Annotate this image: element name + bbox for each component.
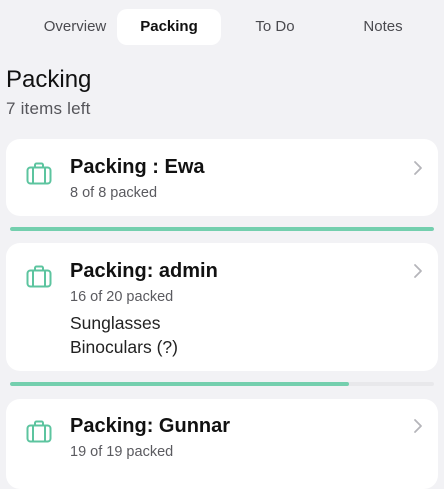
card-status: 16 of 20 packed bbox=[70, 289, 174, 305]
packing-card-gunnar[interactable]: Packing: Gunnar 19 of 19 packed bbox=[6, 399, 438, 489]
chevron-right-icon bbox=[414, 264, 422, 278]
progress-bar-admin bbox=[10, 382, 434, 386]
suitcase-icon bbox=[26, 265, 52, 288]
card-status: 19 of 19 packed bbox=[70, 444, 174, 460]
segmented-tab-bar: Overview Packing To Do Notes bbox=[0, 0, 444, 52]
tab-packing[interactable]: Packing bbox=[117, 9, 221, 45]
missing-item: Sunglasses bbox=[70, 313, 161, 333]
page-header: Packing 7 items left bbox=[6, 66, 91, 119]
card-title: Packing: Gunnar bbox=[70, 415, 231, 437]
chevron-right-icon bbox=[414, 161, 422, 175]
progress-bar-ewa bbox=[10, 227, 434, 231]
tab-notes[interactable]: Notes bbox=[318, 9, 444, 45]
packing-card-admin[interactable]: Packing: admin 16 of 20 packed Sunglasse… bbox=[6, 243, 438, 371]
suitcase-icon bbox=[26, 420, 52, 443]
suitcase-icon bbox=[26, 162, 52, 185]
progress-fill bbox=[10, 382, 350, 386]
page-title: Packing bbox=[6, 66, 92, 93]
missing-item: Binoculars (?) bbox=[70, 337, 178, 357]
chevron-right-icon bbox=[414, 419, 422, 433]
card-title: Packing : Ewa bbox=[70, 156, 205, 178]
card-status: 8 of 8 packed bbox=[70, 185, 158, 201]
packing-card-ewa[interactable]: Packing : Ewa 8 of 8 packed bbox=[6, 139, 438, 216]
card-title: Packing: admin bbox=[70, 260, 218, 282]
progress-fill bbox=[10, 227, 434, 231]
items-left-count: 7 items left bbox=[6, 99, 91, 118]
